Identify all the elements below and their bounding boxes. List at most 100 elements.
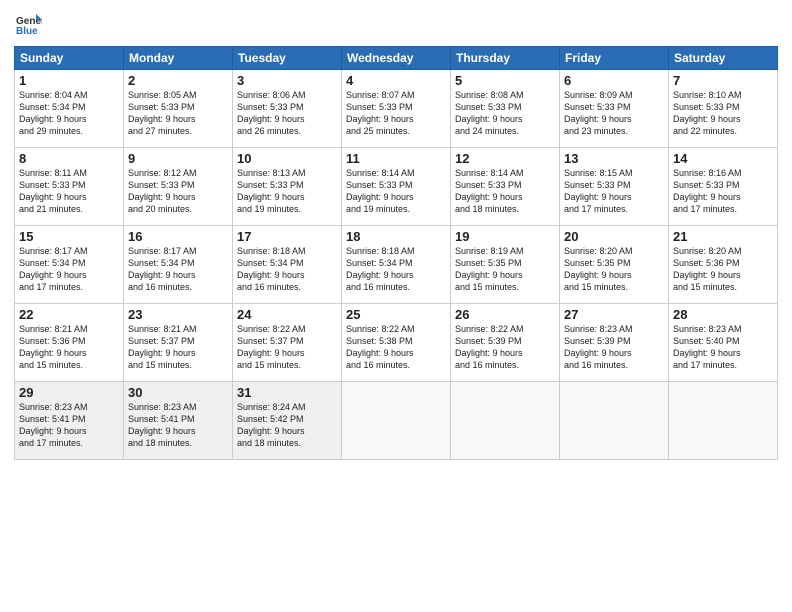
day-number: 5 xyxy=(455,73,555,88)
table-row: 12Sunrise: 8:14 AM Sunset: 5:33 PM Dayli… xyxy=(451,148,560,226)
cell-info: Sunrise: 8:17 AM Sunset: 5:34 PM Dayligh… xyxy=(19,245,119,294)
table-row: 21Sunrise: 8:20 AM Sunset: 5:36 PM Dayli… xyxy=(669,226,778,304)
cell-info: Sunrise: 8:21 AM Sunset: 5:37 PM Dayligh… xyxy=(128,323,228,372)
table-row: 11Sunrise: 8:14 AM Sunset: 5:33 PM Dayli… xyxy=(342,148,451,226)
day-number: 3 xyxy=(237,73,337,88)
cell-info: Sunrise: 8:04 AM Sunset: 5:34 PM Dayligh… xyxy=(19,89,119,138)
day-number: 16 xyxy=(128,229,228,244)
cell-info: Sunrise: 8:14 AM Sunset: 5:33 PM Dayligh… xyxy=(455,167,555,216)
day-number: 21 xyxy=(673,229,773,244)
table-row: 17Sunrise: 8:18 AM Sunset: 5:34 PM Dayli… xyxy=(233,226,342,304)
day-number: 24 xyxy=(237,307,337,322)
table-row: 3Sunrise: 8:06 AM Sunset: 5:33 PM Daylig… xyxy=(233,70,342,148)
day-number: 1 xyxy=(19,73,119,88)
cell-info: Sunrise: 8:10 AM Sunset: 5:33 PM Dayligh… xyxy=(673,89,773,138)
table-row: 4Sunrise: 8:07 AM Sunset: 5:33 PM Daylig… xyxy=(342,70,451,148)
table-row: 31Sunrise: 8:24 AM Sunset: 5:42 PM Dayli… xyxy=(233,382,342,460)
day-number: 14 xyxy=(673,151,773,166)
table-row: 28Sunrise: 8:23 AM Sunset: 5:40 PM Dayli… xyxy=(669,304,778,382)
table-row: 20Sunrise: 8:20 AM Sunset: 5:35 PM Dayli… xyxy=(560,226,669,304)
cell-info: Sunrise: 8:22 AM Sunset: 5:38 PM Dayligh… xyxy=(346,323,446,372)
table-row xyxy=(669,382,778,460)
table-row: 27Sunrise: 8:23 AM Sunset: 5:39 PM Dayli… xyxy=(560,304,669,382)
day-number: 20 xyxy=(564,229,664,244)
day-number: 23 xyxy=(128,307,228,322)
cell-info: Sunrise: 8:13 AM Sunset: 5:33 PM Dayligh… xyxy=(237,167,337,216)
day-number: 18 xyxy=(346,229,446,244)
table-row: 19Sunrise: 8:19 AM Sunset: 5:35 PM Dayli… xyxy=(451,226,560,304)
day-number: 29 xyxy=(19,385,119,400)
table-row: 9Sunrise: 8:12 AM Sunset: 5:33 PM Daylig… xyxy=(124,148,233,226)
table-row: 29Sunrise: 8:23 AM Sunset: 5:41 PM Dayli… xyxy=(15,382,124,460)
day-number: 10 xyxy=(237,151,337,166)
cell-info: Sunrise: 8:18 AM Sunset: 5:34 PM Dayligh… xyxy=(237,245,337,294)
table-row: 5Sunrise: 8:08 AM Sunset: 5:33 PM Daylig… xyxy=(451,70,560,148)
table-row xyxy=(560,382,669,460)
day-number: 25 xyxy=(346,307,446,322)
cell-info: Sunrise: 8:12 AM Sunset: 5:33 PM Dayligh… xyxy=(128,167,228,216)
table-row: 18Sunrise: 8:18 AM Sunset: 5:34 PM Dayli… xyxy=(342,226,451,304)
table-row: 30Sunrise: 8:23 AM Sunset: 5:41 PM Dayli… xyxy=(124,382,233,460)
table-row: 16Sunrise: 8:17 AM Sunset: 5:34 PM Dayli… xyxy=(124,226,233,304)
day-number: 2 xyxy=(128,73,228,88)
svg-text:Blue: Blue xyxy=(16,26,38,37)
table-row: 7Sunrise: 8:10 AM Sunset: 5:33 PM Daylig… xyxy=(669,70,778,148)
day-number: 7 xyxy=(673,73,773,88)
day-number: 22 xyxy=(19,307,119,322)
cell-info: Sunrise: 8:06 AM Sunset: 5:33 PM Dayligh… xyxy=(237,89,337,138)
col-header-friday: Friday xyxy=(560,47,669,70)
cell-info: Sunrise: 8:14 AM Sunset: 5:33 PM Dayligh… xyxy=(346,167,446,216)
calendar-table: SundayMondayTuesdayWednesdayThursdayFrid… xyxy=(14,46,778,460)
col-header-wednesday: Wednesday xyxy=(342,47,451,70)
col-header-tuesday: Tuesday xyxy=(233,47,342,70)
table-row: 25Sunrise: 8:22 AM Sunset: 5:38 PM Dayli… xyxy=(342,304,451,382)
cell-info: Sunrise: 8:17 AM Sunset: 5:34 PM Dayligh… xyxy=(128,245,228,294)
col-header-monday: Monday xyxy=(124,47,233,70)
cell-info: Sunrise: 8:24 AM Sunset: 5:42 PM Dayligh… xyxy=(237,401,337,450)
cell-info: Sunrise: 8:11 AM Sunset: 5:33 PM Dayligh… xyxy=(19,167,119,216)
table-row xyxy=(342,382,451,460)
cell-info: Sunrise: 8:18 AM Sunset: 5:34 PM Dayligh… xyxy=(346,245,446,294)
cell-info: Sunrise: 8:23 AM Sunset: 5:41 PM Dayligh… xyxy=(19,401,119,450)
cell-info: Sunrise: 8:22 AM Sunset: 5:37 PM Dayligh… xyxy=(237,323,337,372)
cell-info: Sunrise: 8:15 AM Sunset: 5:33 PM Dayligh… xyxy=(564,167,664,216)
day-number: 4 xyxy=(346,73,446,88)
day-number: 27 xyxy=(564,307,664,322)
day-number: 15 xyxy=(19,229,119,244)
cell-info: Sunrise: 8:05 AM Sunset: 5:33 PM Dayligh… xyxy=(128,89,228,138)
logo: General Blue xyxy=(14,10,46,38)
day-number: 8 xyxy=(19,151,119,166)
table-row: 13Sunrise: 8:15 AM Sunset: 5:33 PM Dayli… xyxy=(560,148,669,226)
day-number: 26 xyxy=(455,307,555,322)
day-number: 19 xyxy=(455,229,555,244)
table-row: 23Sunrise: 8:21 AM Sunset: 5:37 PM Dayli… xyxy=(124,304,233,382)
day-number: 17 xyxy=(237,229,337,244)
col-header-saturday: Saturday xyxy=(669,47,778,70)
day-number: 6 xyxy=(564,73,664,88)
table-row: 1Sunrise: 8:04 AM Sunset: 5:34 PM Daylig… xyxy=(15,70,124,148)
table-row: 24Sunrise: 8:22 AM Sunset: 5:37 PM Dayli… xyxy=(233,304,342,382)
cell-info: Sunrise: 8:16 AM Sunset: 5:33 PM Dayligh… xyxy=(673,167,773,216)
day-number: 12 xyxy=(455,151,555,166)
table-row: 15Sunrise: 8:17 AM Sunset: 5:34 PM Dayli… xyxy=(15,226,124,304)
table-row: 14Sunrise: 8:16 AM Sunset: 5:33 PM Dayli… xyxy=(669,148,778,226)
day-number: 28 xyxy=(673,307,773,322)
table-row: 6Sunrise: 8:09 AM Sunset: 5:33 PM Daylig… xyxy=(560,70,669,148)
col-header-thursday: Thursday xyxy=(451,47,560,70)
cell-info: Sunrise: 8:09 AM Sunset: 5:33 PM Dayligh… xyxy=(564,89,664,138)
page-header: General Blue xyxy=(14,10,778,38)
day-number: 30 xyxy=(128,385,228,400)
cell-info: Sunrise: 8:08 AM Sunset: 5:33 PM Dayligh… xyxy=(455,89,555,138)
table-row: 26Sunrise: 8:22 AM Sunset: 5:39 PM Dayli… xyxy=(451,304,560,382)
table-row xyxy=(451,382,560,460)
cell-info: Sunrise: 8:23 AM Sunset: 5:39 PM Dayligh… xyxy=(564,323,664,372)
table-row: 8Sunrise: 8:11 AM Sunset: 5:33 PM Daylig… xyxy=(15,148,124,226)
day-number: 9 xyxy=(128,151,228,166)
table-row: 2Sunrise: 8:05 AM Sunset: 5:33 PM Daylig… xyxy=(124,70,233,148)
cell-info: Sunrise: 8:07 AM Sunset: 5:33 PM Dayligh… xyxy=(346,89,446,138)
table-row: 10Sunrise: 8:13 AM Sunset: 5:33 PM Dayli… xyxy=(233,148,342,226)
cell-info: Sunrise: 8:19 AM Sunset: 5:35 PM Dayligh… xyxy=(455,245,555,294)
logo-icon: General Blue xyxy=(14,10,42,38)
day-number: 13 xyxy=(564,151,664,166)
cell-info: Sunrise: 8:22 AM Sunset: 5:39 PM Dayligh… xyxy=(455,323,555,372)
